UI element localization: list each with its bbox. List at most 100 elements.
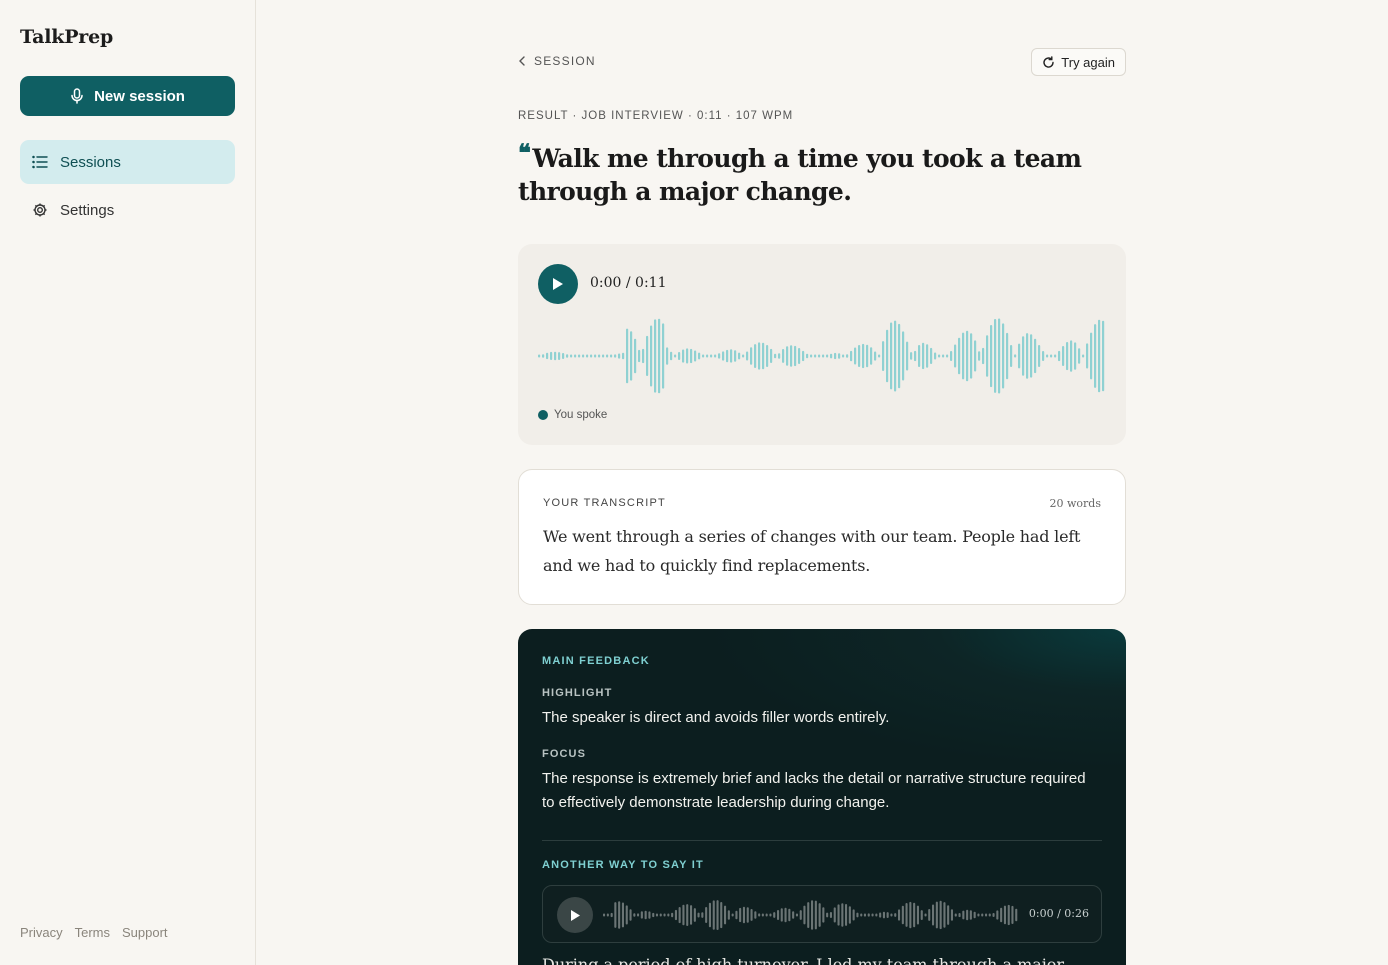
list-icon: [32, 155, 48, 169]
waveform-bar: [722, 351, 725, 361]
waveform-bar: [981, 913, 984, 917]
waveform-bar: [898, 909, 901, 921]
waveform-bar: [856, 912, 859, 918]
feedback-card: MAIN FEEDBACK HIGHLIGHT The speaker is d…: [518, 629, 1126, 965]
waveform[interactable]: [538, 316, 1106, 396]
waveform-bar: [962, 332, 965, 380]
waveform-bar: [1062, 346, 1065, 366]
waveform-bar: [973, 911, 976, 919]
question-heading: ❝Walk me through a time you took a team …: [518, 138, 1126, 208]
waveform-bar: [546, 352, 549, 360]
new-session-label: New session: [94, 87, 185, 105]
waveform-bar: [922, 342, 925, 370]
waveform-bar: [958, 337, 961, 375]
waveform-bar: [777, 910, 780, 920]
waveform-bar: [939, 900, 942, 930]
waveform-bar: [802, 350, 805, 362]
waveform-bar: [838, 353, 841, 359]
waveform-bar: [878, 354, 881, 358]
waveform-bar: [814, 900, 817, 930]
waveform-bar: [860, 913, 863, 917]
waveform-bar: [982, 347, 985, 365]
waveform-bar: [762, 342, 765, 370]
play-button[interactable]: [538, 264, 578, 304]
sidebar-item-sessions[interactable]: Sessions: [20, 140, 235, 184]
waveform-bar: [730, 349, 733, 363]
waveform-bar: [574, 354, 577, 358]
waveform-bar: [886, 329, 889, 383]
waveform-bar: [902, 331, 905, 381]
transcript-label: YOUR TRANSCRIPT: [543, 497, 666, 509]
waveform-bar: [978, 351, 981, 361]
waveform-bar: [1074, 342, 1077, 370]
refresh-icon: [1043, 55, 1054, 68]
waveform-bar: [928, 909, 931, 921]
try-again-button[interactable]: Try again: [1031, 48, 1126, 76]
waveform-bar: [652, 912, 655, 918]
waveform-bar: [770, 348, 773, 363]
waveform-bar: [1054, 354, 1057, 358]
waveform-bar: [1003, 905, 1006, 925]
focus-text: The response is extremely brief and lack…: [542, 770, 1086, 811]
waveform-bar: [738, 352, 741, 360]
waveform-bar: [667, 913, 670, 917]
waveform-bar: [739, 907, 742, 923]
waveform-bar: [826, 912, 829, 918]
waveform-bar: [614, 354, 617, 358]
alternative-waveform[interactable]: [603, 899, 1019, 931]
footer-link-terms[interactable]: Terms: [75, 925, 110, 940]
waveform-bar: [845, 904, 848, 926]
waveform-bar: [814, 354, 817, 358]
alternative-play-button[interactable]: [557, 897, 593, 933]
question-text: Walk me through a time you took a team t…: [518, 144, 1082, 206]
sidebar: TalkPrep New session Sessions Settings P…: [0, 0, 256, 965]
waveform-bar: [637, 913, 640, 917]
sidebar-item-settings[interactable]: Settings: [20, 188, 235, 232]
waveform-bar: [1038, 345, 1041, 367]
waveform-bar: [837, 904, 840, 926]
waveform-bar: [854, 347, 857, 365]
waveform-legend: You spoke: [538, 409, 607, 421]
waveform-bar: [705, 907, 708, 923]
waveform-bar: [716, 900, 719, 930]
waveform-bar: [943, 902, 946, 928]
waveform-bar: [833, 907, 836, 923]
brand-logo[interactable]: TalkPrep: [20, 26, 113, 48]
waveform-bar: [954, 913, 957, 917]
waveform-bar: [727, 910, 730, 920]
waveform-bar: [795, 913, 798, 917]
waveform-bar: [634, 338, 637, 374]
waveform-bar: [724, 905, 727, 925]
legend-label: You spoke: [554, 409, 608, 421]
waveform-bar: [706, 354, 709, 358]
play-icon: [570, 909, 580, 921]
waveform-bar: [1030, 334, 1033, 378]
waveform-bar: [846, 354, 849, 358]
waveform-bar: [786, 346, 789, 366]
waveform-bar: [918, 345, 921, 367]
waveform-bar: [969, 910, 972, 920]
waveform-bar: [803, 905, 806, 925]
new-session-button[interactable]: New session: [20, 76, 235, 116]
waveform-bar: [913, 902, 916, 928]
waveform-bar: [994, 319, 997, 393]
alternative-time: 0:00 / 0:26: [1028, 907, 1089, 920]
waveform-bar: [710, 354, 713, 358]
waveform-bar: [758, 913, 761, 917]
waveform-bar: [640, 911, 643, 919]
waveform-bar: [712, 900, 715, 930]
waveform-bar: [988, 913, 991, 917]
back-link[interactable]: SESSION: [518, 54, 596, 68]
waveform-bar: [1058, 350, 1061, 362]
waveform-bar: [950, 909, 953, 921]
waveform-bar: [758, 342, 761, 370]
footer-link-privacy[interactable]: Privacy: [20, 925, 63, 940]
focus-label: FOCUS: [542, 748, 586, 760]
footer-link-support[interactable]: Support: [122, 925, 168, 940]
waveform-bar: [811, 900, 814, 930]
waveform-bar: [686, 904, 689, 926]
waveform-bar: [674, 909, 677, 921]
waveform-bar: [992, 913, 995, 917]
waveform-bar: [625, 905, 628, 925]
waveform-bar: [774, 353, 777, 359]
